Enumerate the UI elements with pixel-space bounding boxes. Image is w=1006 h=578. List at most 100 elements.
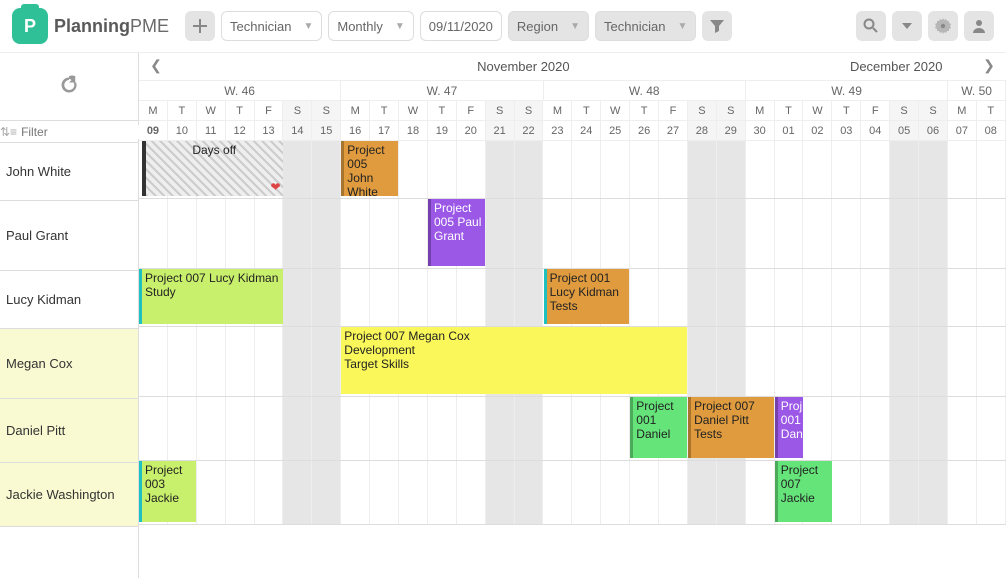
day-number: 04 xyxy=(861,121,890,140)
day-number: 27 xyxy=(659,121,688,140)
day-letter: M xyxy=(948,101,977,120)
day-letter: T xyxy=(630,101,659,120)
event-block[interactable]: Project 005 Paul Grant xyxy=(428,199,485,266)
event-block[interactable]: Project 001 Daniel xyxy=(630,397,687,458)
event-block[interactable]: Project 007 Lucy Kidman Study xyxy=(139,269,283,324)
resource-row[interactable]: Daniel Pitt xyxy=(0,399,138,463)
day-number: 11 xyxy=(197,121,226,140)
day-letter: F xyxy=(659,101,688,120)
day-number: 05 xyxy=(890,121,919,140)
day-number: 18 xyxy=(399,121,428,140)
day-letter: T xyxy=(977,101,1006,120)
day-letter: S xyxy=(312,101,341,120)
day-number: 09 xyxy=(139,121,168,140)
search-button[interactable] xyxy=(856,11,886,41)
event-block[interactable]: Project 001 Lucy Kidman Tests xyxy=(544,269,630,324)
timeline-row[interactable]: Project 007 Megan Cox Development Target… xyxy=(139,327,1006,397)
group2-dropdown[interactable]: Technician▼ xyxy=(595,11,696,41)
day-letter: W xyxy=(803,101,832,120)
week-label: W. 49 xyxy=(746,81,948,100)
next-button[interactable]: ❯ xyxy=(976,57,1002,74)
day-letter: T xyxy=(168,101,197,120)
day-letter: S xyxy=(717,101,746,120)
group1-dropdown[interactable]: Region▼ xyxy=(508,11,589,41)
event-block[interactable]: Project 007 Jackie xyxy=(775,461,832,522)
day-letter: F xyxy=(457,101,486,120)
day-number: 29 xyxy=(717,121,746,140)
filter-row: ⇅≡ xyxy=(0,121,138,143)
date-picker[interactable]: 09/11/2020 xyxy=(420,11,502,41)
day-number: 25 xyxy=(601,121,630,140)
timeline-row[interactable]: Project 005 Paul Grant xyxy=(139,199,1006,269)
day-number: 13 xyxy=(255,121,284,140)
day-number: 20 xyxy=(457,121,486,140)
day-letter: S xyxy=(919,101,948,120)
day-letter: T xyxy=(832,101,861,120)
prev-button[interactable]: ❮ xyxy=(143,57,169,74)
logo-text: PlanningPME xyxy=(54,16,169,37)
event-block[interactable]: Project 003 Jackie xyxy=(139,461,196,522)
day-number: 17 xyxy=(370,121,399,140)
day-number: 23 xyxy=(543,121,572,140)
day-number: 15 xyxy=(312,121,341,140)
heart-icon: ❤ xyxy=(270,180,280,194)
week-label: W. 46 xyxy=(139,81,341,100)
day-number: 19 xyxy=(428,121,457,140)
day-letter: M xyxy=(341,101,370,120)
timeline-row[interactable]: Project 003 Jackie Project 007 Jackie xyxy=(139,461,1006,525)
timeline-grid: ❮ November 2020 December 2020 ❯ W. 46W. … xyxy=(139,53,1006,578)
day-number: 01 xyxy=(775,121,804,140)
timeline-row[interactable]: Project 007 Lucy Kidman Study Project 001… xyxy=(139,269,1006,327)
day-letter: M xyxy=(746,101,775,120)
week-label: W. 47 xyxy=(341,81,543,100)
day-letter: W xyxy=(601,101,630,120)
resource-row[interactable]: Paul Grant xyxy=(0,201,138,271)
day-number: 14 xyxy=(283,121,312,140)
resource-row[interactable]: Jackie Washington xyxy=(0,463,138,527)
resource-type-dropdown[interactable]: Technician▼ xyxy=(221,11,322,41)
user-button[interactable] xyxy=(964,11,994,41)
settings-button[interactable] xyxy=(928,11,958,41)
sort-icon[interactable]: ⇅≡ xyxy=(0,125,17,139)
month-label-1: November 2020 xyxy=(477,59,570,74)
event-block[interactable]: Project 007 Daniel Pitt Tests xyxy=(688,397,774,458)
day-number: 30 xyxy=(746,121,775,140)
resource-row[interactable]: John White xyxy=(0,143,138,201)
resource-row[interactable]: Megan Cox xyxy=(0,329,138,399)
resource-row[interactable]: Lucy Kidman xyxy=(0,271,138,329)
day-letter: F xyxy=(255,101,284,120)
day-letter: W xyxy=(197,101,226,120)
week-header: W. 46W. 47W. 48W. 49W. 50 xyxy=(139,81,1006,101)
event-block[interactable]: Project 005 John White xyxy=(341,141,398,196)
filter-icon-button[interactable] xyxy=(702,11,732,41)
day-letter: F xyxy=(861,101,890,120)
refresh-button[interactable] xyxy=(59,75,79,98)
day-letter: S xyxy=(283,101,312,120)
view-dropdown[interactable]: Monthly▼ xyxy=(328,11,413,41)
day-number: 03 xyxy=(832,121,861,140)
days-off-block[interactable]: Days off❤ xyxy=(142,141,283,196)
day-letter: S xyxy=(890,101,919,120)
timeline-row[interactable]: Project 001 DanielProject 007 Daniel Pit… xyxy=(139,397,1006,461)
week-label: W. 50 xyxy=(948,81,1006,100)
day-number: 08 xyxy=(977,121,1006,140)
logo: P PlanningPME xyxy=(12,8,169,44)
event-block[interactable]: Proj 001 Dan xyxy=(775,397,803,458)
day-number: 07 xyxy=(948,121,977,140)
week-label: W. 48 xyxy=(544,81,746,100)
day-letter: S xyxy=(515,101,544,120)
event-block[interactable]: Project 007 Megan Cox Development Target… xyxy=(341,327,687,394)
add-button[interactable] xyxy=(185,11,215,41)
day-number: 12 xyxy=(226,121,255,140)
timeline-row[interactable]: Days off❤ Project 005 John White xyxy=(139,141,1006,199)
day-letter: T xyxy=(226,101,255,120)
dropdown-button[interactable] xyxy=(892,11,922,41)
day-letter: M xyxy=(543,101,572,120)
day-number-header: 0910111213141516171819202122232425262728… xyxy=(139,121,1006,141)
day-letter: T xyxy=(572,101,601,120)
month-header: ❮ November 2020 December 2020 ❯ xyxy=(139,53,1006,81)
day-number: 28 xyxy=(688,121,717,140)
logo-icon: P xyxy=(12,8,48,44)
day-number: 24 xyxy=(572,121,601,140)
day-number: 10 xyxy=(168,121,197,140)
